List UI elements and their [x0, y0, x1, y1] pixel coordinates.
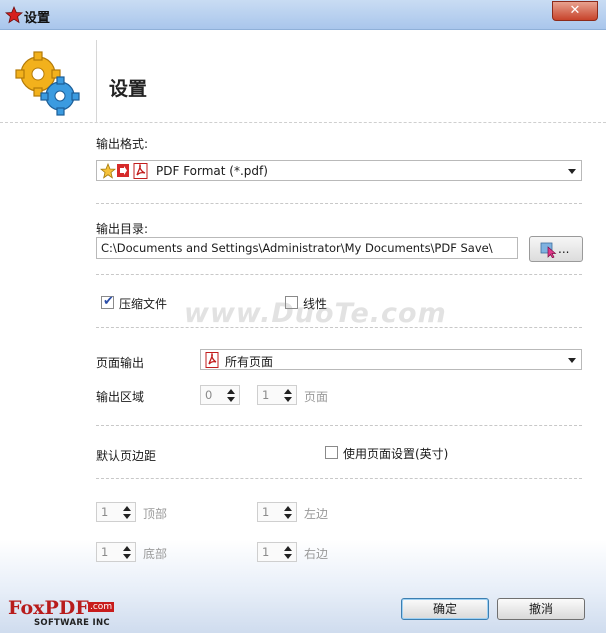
page-output-value: 所有页面: [225, 355, 274, 369]
header-divider: [96, 40, 97, 122]
logo-brand: FoxPDF: [8, 597, 89, 619]
output-range-label: 输出区域: [96, 390, 145, 404]
dialog-header: 设置: [0, 30, 606, 122]
page-title: 设置: [109, 78, 148, 100]
output-format-value: PDF Format (*.pdf): [156, 164, 268, 178]
margin-right-label: 右边: [304, 547, 329, 561]
margin-right-stepper[interactable]: 1: [257, 542, 297, 562]
convert-arrow-icon: [117, 164, 129, 177]
checkmark-icon: ✔: [103, 294, 114, 309]
section-divider: [96, 425, 582, 426]
range-to-value: 1: [262, 388, 270, 402]
use-page-setting-label: 使用页面设置(英寸): [343, 447, 449, 461]
output-format-select[interactable]: PDF Format (*.pdf): [96, 160, 582, 181]
up-arrow-icon[interactable]: [284, 546, 292, 551]
down-arrow-icon[interactable]: [284, 397, 292, 402]
star-icon: [100, 163, 116, 179]
margin-top-value: 1: [101, 505, 109, 519]
folder-cursor-icon: [540, 242, 557, 258]
range-from-value: 0: [205, 388, 213, 402]
gears-icon: [15, 51, 80, 116]
range-unit-label: 页面: [304, 390, 329, 404]
range-to-stepper[interactable]: 1: [257, 385, 297, 405]
pdf-icon: [205, 352, 219, 368]
margin-right-value: 1: [262, 545, 270, 559]
foxpdf-logo: FoxPDF .com SOFTWARE INC: [8, 597, 115, 631]
browse-button[interactable]: ...: [529, 236, 583, 262]
section-divider: [96, 203, 582, 204]
margin-bottom-value: 1: [101, 545, 109, 559]
cancel-button[interactable]: 撤消: [497, 598, 585, 620]
down-arrow-icon[interactable]: [123, 514, 131, 519]
margin-left-stepper[interactable]: 1: [257, 502, 297, 522]
up-arrow-icon[interactable]: [123, 506, 131, 511]
browse-label: ...: [558, 242, 570, 256]
section-divider: [96, 274, 582, 275]
close-button[interactable]: ✕: [552, 1, 598, 21]
up-arrow-icon[interactable]: [227, 389, 235, 394]
down-arrow-icon[interactable]: [123, 554, 131, 559]
range-from-stepper[interactable]: 0: [200, 385, 240, 405]
output-dir-label: 输出目录:: [96, 222, 149, 236]
logo-com: .com: [88, 602, 115, 612]
header-separator: [0, 122, 606, 123]
down-arrow-icon[interactable]: [227, 397, 235, 402]
margin-bottom-label: 底部: [143, 547, 168, 561]
up-arrow-icon[interactable]: [284, 389, 292, 394]
margins-label: 默认页边距: [96, 449, 157, 463]
title-bar: 设置 ✕: [0, 0, 606, 30]
ok-button[interactable]: 确定: [401, 598, 489, 620]
up-arrow-icon[interactable]: [284, 506, 292, 511]
logo-subtitle: SOFTWARE INC: [34, 618, 110, 628]
app-star-icon: [5, 6, 23, 24]
margin-left-label: 左边: [304, 507, 329, 521]
chevron-down-icon: [568, 169, 576, 174]
margin-bottom-stepper[interactable]: 1: [96, 542, 136, 562]
compress-checkbox[interactable]: ✔: [101, 294, 114, 309]
margin-left-value: 1: [262, 505, 270, 519]
margin-top-label: 顶部: [143, 507, 168, 521]
output-format-label: 输出格式:: [96, 137, 149, 151]
chevron-down-icon: [568, 358, 576, 363]
pdf-icon: [133, 163, 148, 179]
page-output-select[interactable]: 所有页面: [200, 349, 582, 370]
section-divider: [96, 478, 582, 479]
page-output-label: 页面输出: [96, 356, 145, 370]
use-page-setting-checkbox[interactable]: [325, 446, 338, 459]
compress-label: 压缩文件: [119, 297, 168, 311]
output-dir-field[interactable]: C:\Documents and Settings\Administrator\…: [96, 237, 518, 259]
margin-top-stepper[interactable]: 1: [96, 502, 136, 522]
watermark-text: www.DuoTe.com: [184, 298, 447, 329]
down-arrow-icon[interactable]: [284, 514, 292, 519]
up-arrow-icon[interactable]: [123, 546, 131, 551]
down-arrow-icon[interactable]: [284, 554, 292, 559]
window-title: 设置: [24, 11, 51, 26]
